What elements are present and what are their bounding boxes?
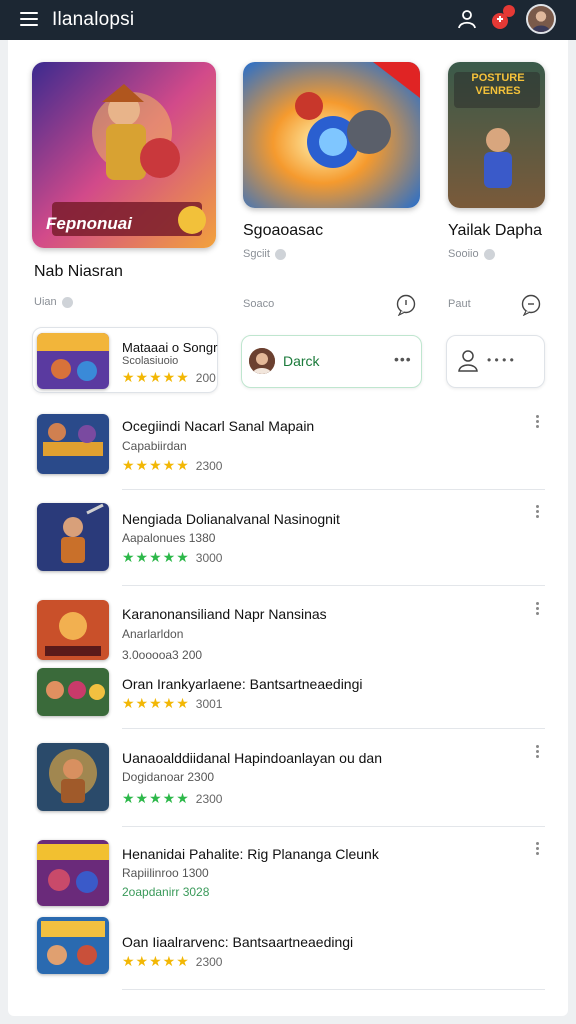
user-avatar[interactable]	[526, 4, 556, 34]
rating-count: 3000	[195, 550, 223, 565]
game-thumbnail[interactable]	[37, 414, 109, 474]
game-rating-meta: 2oapdanirr 3028	[122, 885, 210, 899]
info-icon	[274, 248, 286, 260]
overflow-menu-icon[interactable]	[536, 602, 540, 616]
game-title[interactable]: Nengiada Dolianalvanal Nasinognit	[122, 511, 340, 527]
game-title[interactable]: Oan Iiaalrarvenc: Bantsaartneaedingi	[122, 934, 353, 950]
featured-meta-2: Soaco	[243, 298, 275, 310]
game-title[interactable]: Henanidai Pahalite: Rig Plananga Cleunk	[122, 846, 379, 862]
mini-game-title: Mataaai o Songr	[122, 340, 218, 355]
featured-sub-text-3: Sooiio	[448, 248, 479, 260]
game-rating: ★★★★★ 3001	[122, 695, 222, 712]
star-rating: ★★★★★	[122, 695, 190, 711]
featured-subtitle-1: Uian	[34, 296, 73, 308]
mini-game-thumbnail	[37, 333, 109, 389]
star-rating: ★★★★★	[122, 953, 190, 969]
game-title[interactable]: Uanaoalddiidanal Hapindoanlayan ou dan	[122, 750, 382, 766]
info-icon	[483, 248, 495, 260]
mini-game-sub: Scolasiuoio	[122, 355, 179, 367]
game-rating: ★★★★★ 3000	[122, 549, 222, 566]
divider	[122, 489, 545, 490]
game-rating: ★★★★★ 2300	[122, 457, 222, 474]
game-developer: Capabiirdan	[122, 439, 187, 453]
game-developer: Dogidanoar 2300	[122, 770, 215, 784]
game-developer: Aapalonues 1380	[122, 531, 216, 545]
hamburger-menu-icon[interactable]	[20, 12, 38, 26]
game-thumbnail[interactable]	[37, 600, 109, 660]
game-title[interactable]: Karanonansiliand Napr Nansinas	[122, 606, 327, 622]
divider	[122, 585, 545, 586]
more-options-icon[interactable]: • • • •	[487, 353, 514, 367]
overflow-menu-icon[interactable]	[536, 745, 540, 759]
featured-title-2[interactable]: Sgoaoasac	[243, 222, 323, 240]
featured-subtitle-2: Sgciit	[243, 248, 286, 260]
featured-meta-3: Paut	[448, 298, 471, 310]
game-title[interactable]: Oran Irankyarlaene: Bantsartneaedingi	[122, 676, 362, 692]
featured-subtitle-3: Sooiio	[448, 248, 495, 260]
chat-bubble-icon[interactable]	[520, 294, 542, 316]
featured-sub-text-1: Uian	[34, 296, 57, 308]
featured-banner-1: Fepnonuai	[46, 214, 132, 233]
chat-name: Darck	[283, 353, 320, 369]
game-thumbnail[interactable]	[37, 668, 109, 716]
featured-sub-text-2: Sgciit	[243, 248, 270, 260]
overflow-menu-icon[interactable]	[536, 415, 540, 429]
game-rating-meta: 3.0ooooa3 200	[122, 648, 203, 662]
featured-title-1[interactable]: Nab Niasran	[34, 263, 123, 281]
rating-count: 2300	[195, 458, 223, 473]
star-rating: ★★★★★	[122, 457, 190, 473]
profile-icon[interactable]	[456, 8, 478, 30]
info-icon	[61, 296, 73, 308]
person-icon	[458, 350, 478, 372]
divider	[122, 728, 545, 729]
app-title: Ilanalopsi	[52, 9, 135, 30]
rating-count: 3001	[195, 696, 223, 711]
game-thumbnail[interactable]	[37, 743, 109, 811]
game-rating: ★★★★★ 2300	[122, 790, 222, 807]
star-rating: ★★★★★	[122, 549, 190, 565]
game-developer: Rapiilinroo 1300	[122, 866, 209, 880]
more-options-icon[interactable]: •••	[394, 351, 412, 367]
game-title[interactable]: Ocegiindi Nacarl Sanal Mapain	[122, 418, 314, 434]
rating-count: 200	[195, 370, 216, 385]
rating-count: 2300	[195, 791, 223, 806]
overflow-menu-icon[interactable]	[536, 505, 540, 519]
game-thumbnail[interactable]	[37, 917, 109, 974]
notification-badge	[503, 5, 515, 17]
game-thumbnail[interactable]	[37, 840, 109, 906]
rating-count: 2300	[195, 954, 223, 969]
mini-game-rating: ★★★★★ 200	[122, 369, 216, 386]
divider	[122, 989, 545, 990]
star-rating: ★★★★★	[122, 369, 190, 385]
featured-card-image-2[interactable]	[243, 62, 420, 208]
chat-avatar	[249, 348, 275, 374]
game-developer: Anarlarldon	[122, 627, 184, 641]
star-rating: ★★★★★	[122, 790, 190, 806]
game-thumbnail[interactable]	[37, 503, 109, 571]
featured-title-3[interactable]: Yailak Dapha	[448, 222, 542, 240]
featured-banner-3: POSTURE VENRES	[471, 72, 525, 97]
overflow-menu-icon[interactable]	[536, 842, 540, 856]
game-rating: ★★★★★ 2300	[122, 953, 222, 970]
divider	[122, 826, 545, 827]
chat-bubble-icon[interactable]	[395, 294, 417, 316]
top-app-bar: Ilanalopsi	[0, 0, 576, 40]
